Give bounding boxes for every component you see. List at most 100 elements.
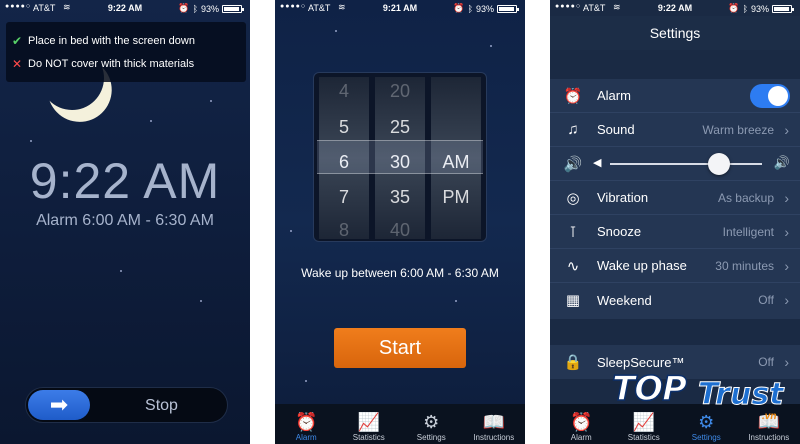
battery-icon: [222, 4, 244, 13]
settings-row-vibration[interactable]: ◎ Vibration As backup ›: [550, 181, 800, 215]
tip-item: ✔ Place in bed with the screen down: [12, 34, 195, 48]
cross-icon: ✕: [12, 57, 23, 71]
music-note-icon: ♫: [567, 121, 579, 138]
alarm-status-icon: ⏰: [728, 3, 740, 13]
star: [30, 140, 32, 142]
alarm-clock-icon: ⏰: [570, 412, 593, 432]
row-value: 30 minutes: [715, 258, 774, 273]
tab-settings[interactable]: ⚙ Settings: [400, 404, 463, 444]
alarm-clock-icon: ⏰: [295, 412, 318, 432]
picker-value: 8: [338, 220, 349, 240]
toggle-knob: [768, 86, 788, 106]
tab-label: Instructions: [748, 433, 790, 442]
row-label: Wake up phase: [597, 258, 687, 273]
calendar-icon: ▦: [565, 292, 581, 309]
star: [120, 270, 122, 272]
picker-value: PM: [442, 187, 470, 207]
speaker-icon: 🔊: [563, 155, 583, 173]
watermark-trust: Trust: [698, 377, 785, 413]
watermark-vn: .vn: [762, 411, 777, 422]
tab-label: Settings: [416, 433, 446, 442]
chevron-right-icon: ›: [784, 121, 789, 138]
bluetooth-icon: ᛒ: [192, 3, 198, 14]
tab-statistics[interactable]: 📈 Statistics: [338, 404, 401, 444]
battery-percent: 93%: [200, 3, 219, 14]
row-value: Intelligent: [722, 224, 774, 239]
status-bar: ●●●●○ AT&T ≋ 9:22 AM ⏰ ᛒ 93%: [550, 0, 800, 16]
chevron-right-icon: ›: [784, 292, 789, 308]
statistics-icon: 📈: [357, 412, 380, 432]
alarm-range: Alarm 6:00 AM - 6:30 AM: [36, 212, 214, 229]
check-icon: ✔: [12, 34, 23, 48]
row-value: Warm breeze: [702, 122, 774, 137]
gear-icon: ⚙: [423, 412, 440, 432]
volume-high-icon: 🔊: [773, 155, 790, 170]
volume-slider-track[interactable]: [610, 163, 762, 165]
tab-alarm[interactable]: ⏰ Alarm: [275, 404, 338, 444]
battery-percent: 93%: [475, 3, 494, 14]
time-picker[interactable]: 4 5 6 7 8 20 25 30 35 40 AM PM: [313, 72, 487, 242]
row-value: Off: [758, 293, 774, 307]
bluetooth-icon: ᛒ: [742, 3, 748, 14]
picker-value: 7: [338, 187, 349, 207]
bluetooth-icon: ᛒ: [467, 3, 473, 14]
settings-row-weekend[interactable]: ▦ Weekend Off ›: [550, 283, 800, 317]
status-bar: ●●●●○ AT&T ≋ 9:22 AM ⏰ ᛒ 93%: [0, 0, 250, 16]
vibration-icon: ◎: [566, 189, 580, 207]
alarm-clock-icon: ⏰: [563, 87, 583, 105]
sleep-tracking-screen: ●●●●○ AT&T ≋ 9:22 AM ⏰ ᛒ 93% ✔ Place in …: [0, 0, 250, 444]
page-title: Settings: [550, 16, 800, 50]
tips-box: ✔ Place in bed with the screen down ✕ Do…: [6, 22, 246, 82]
slider-knob[interactable]: ➡: [28, 390, 90, 420]
book-icon: 📖: [482, 412, 505, 432]
settings-row-snooze[interactable]: ⊺ Snooze Intelligent ›: [550, 215, 800, 249]
star: [335, 30, 337, 32]
alarm-setup-screen: ●●●●○ AT&T ≋ 9:21 AM ⏰ ᛒ 93% 4 5 6 7 8 2…: [275, 0, 525, 444]
alarm-status-icon: ⏰: [453, 3, 465, 13]
row-label: Snooze: [597, 224, 642, 239]
snooze-icon: ⊺: [569, 223, 577, 241]
status-bar: ●●●●○ AT&T ≋ 9:21 AM ⏰ ᛒ 93%: [275, 0, 525, 16]
battery-icon: [497, 4, 519, 13]
row-label: Sound: [597, 122, 635, 137]
battery-icon: [772, 4, 794, 13]
tab-alarm[interactable]: ⏰ Alarm: [550, 404, 613, 444]
tab-label: Statistics: [352, 433, 385, 442]
star: [150, 120, 152, 122]
arrow-right-icon: ➡: [49, 392, 69, 417]
row-value: As backup: [717, 190, 774, 205]
star: [210, 100, 212, 102]
alarm-status-icon: ⏰: [178, 3, 190, 13]
wave-icon: ∿: [566, 257, 580, 275]
battery-percent: 93%: [750, 3, 769, 14]
row-label: Vibration: [597, 190, 649, 205]
volume-low-icon: ◀: [593, 157, 602, 169]
slider-label: Stop: [145, 397, 178, 414]
row-label: Weekend: [597, 292, 652, 308]
picker-value: 40: [389, 220, 411, 240]
picker-value: 25: [389, 117, 411, 137]
volume-slider-knob[interactable]: [708, 153, 731, 175]
settings-row-sound[interactable]: ♫ Sound Warm breeze ›: [550, 113, 800, 147]
watermark-top: TOP: [611, 368, 688, 410]
settings-row-alarm[interactable]: ⏰ Alarm: [550, 79, 800, 113]
current-time: 9:22 AM: [29, 153, 221, 209]
settings-row-wake-up-phase[interactable]: ∿ Wake up phase 30 minutes ›: [550, 249, 800, 283]
tip-text: Place in bed with the screen down: [28, 35, 195, 47]
start-button[interactable]: Start: [334, 328, 466, 368]
chevron-right-icon: ›: [784, 223, 789, 240]
stop-slider[interactable]: ➡ Stop: [25, 387, 228, 423]
star: [490, 45, 492, 47]
settings-group: ⏰ Alarm ♫ Sound Warm breeze › 🔊 ◀ 🔊 ◎ Vi…: [550, 79, 800, 319]
tab-label: Alarm: [570, 433, 592, 442]
tab-label: Settings: [691, 433, 721, 442]
star: [455, 300, 457, 302]
tab-label: Instructions: [473, 433, 515, 442]
lock-icon: 🔒: [563, 354, 583, 371]
watermark-logo: TOP Trust .vn: [611, 365, 800, 425]
wake-window-text: Wake up between 6:00 AM - 6:30 AM: [301, 266, 499, 280]
alarm-toggle[interactable]: [750, 84, 790, 108]
star: [200, 300, 202, 302]
tab-instructions[interactable]: 📖 Instructions: [463, 404, 526, 444]
picker-value: 20: [389, 81, 411, 101]
